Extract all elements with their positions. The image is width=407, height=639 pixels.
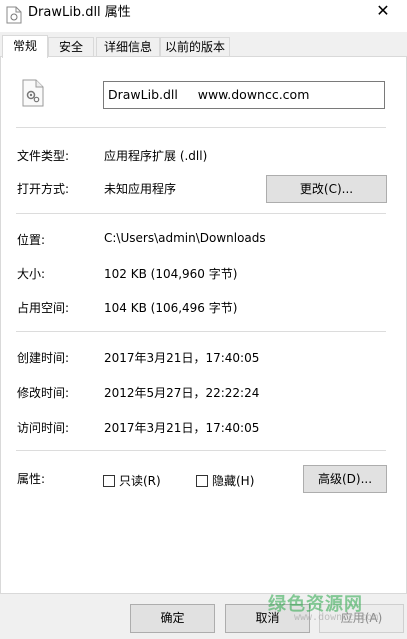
modified-value: 2012年5月27日，22:22:24	[104, 386, 260, 400]
tab-security[interactable]: 安全	[48, 37, 94, 57]
watermark-url: www.downcc.com	[294, 612, 379, 623]
open-with-label: 打开方式:	[17, 182, 70, 196]
created-label: 创建时间:	[17, 351, 70, 365]
readonly-label: 只读(R)	[119, 474, 161, 488]
attributes-label: 属性:	[17, 472, 46, 486]
file-type-label: 文件类型:	[17, 149, 70, 163]
tab-details[interactable]: 详细信息	[96, 37, 160, 57]
advanced-button[interactable]: 高级(D)...	[303, 465, 387, 493]
general-panel: DrawLib.dll www.downcc.com 文件类型: 应用程序扩展 …	[0, 56, 407, 594]
size-value: 102 KB (104,960 字节)	[104, 267, 238, 281]
dll-file-icon	[6, 6, 22, 24]
file-name-field[interactable]: DrawLib.dll www.downcc.com	[103, 81, 385, 109]
tab-previous-versions[interactable]: 以前的版本	[160, 37, 230, 57]
size-label: 大小:	[17, 267, 46, 281]
separator	[16, 331, 386, 332]
separator	[16, 213, 386, 214]
size-on-disk-value: 104 KB (106,496 字节)	[104, 301, 238, 315]
accessed-value: 2017年3月21日，17:40:05	[104, 421, 260, 435]
close-button[interactable]: ✕	[371, 0, 395, 26]
accessed-label: 访问时间:	[17, 421, 70, 435]
hidden-label: 隐藏(H)	[212, 474, 255, 488]
window-title: DrawLib.dll 属性	[28, 5, 131, 20]
dll-file-gear-icon	[22, 79, 44, 107]
size-on-disk-label: 占用空间:	[17, 301, 70, 315]
file-type-value: 应用程序扩展 (.dll)	[104, 149, 208, 163]
title-bar: DrawLib.dll 属性 ✕	[0, 0, 407, 32]
change-button[interactable]: 更改(C)...	[266, 175, 387, 203]
modified-label: 修改时间:	[17, 386, 70, 400]
tab-strip: 常规 安全 详细信息 以前的版本	[0, 35, 407, 58]
separator	[16, 127, 386, 128]
hidden-checkbox[interactable]: 隐藏(H)	[196, 472, 254, 489]
location-label: 位置:	[17, 233, 46, 247]
watermark: 绿色资源网 www.downcc.com	[268, 590, 406, 623]
tab-general[interactable]: 常规	[2, 35, 48, 58]
ok-button[interactable]: 确定	[130, 604, 215, 633]
open-with-value: 未知应用程序	[104, 182, 177, 196]
readonly-checkbox[interactable]: 只读(R)	[103, 472, 161, 489]
created-value: 2017年3月21日，17:40:05	[104, 351, 260, 365]
location-value: C:\Users\admin\Downloads	[104, 231, 266, 245]
readonly-checkbox-box[interactable]	[103, 474, 115, 487]
separator	[16, 450, 386, 451]
hidden-checkbox-box[interactable]	[196, 474, 208, 487]
